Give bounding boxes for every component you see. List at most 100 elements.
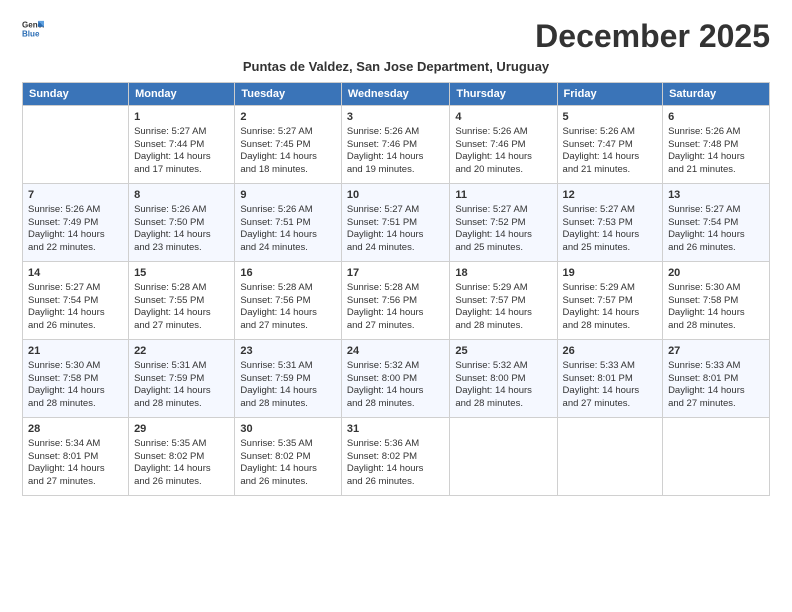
calendar-cell: 7Sunrise: 5:26 AMSunset: 7:49 PMDaylight…	[23, 184, 129, 262]
day-info: Sunset: 7:53 PM	[563, 217, 658, 230]
day-info: Sunrise: 5:33 AM	[668, 360, 764, 373]
day-info: and 27 minutes.	[240, 320, 336, 333]
day-info: Sunset: 7:57 PM	[455, 295, 551, 308]
day-info: Sunrise: 5:26 AM	[455, 126, 551, 139]
day-info: and 28 minutes.	[347, 398, 445, 411]
calendar-cell: 19Sunrise: 5:29 AMSunset: 7:57 PMDayligh…	[557, 262, 663, 340]
logo-icon: General Blue	[22, 18, 44, 40]
day-info: Sunset: 7:55 PM	[134, 295, 229, 308]
day-number: 17	[347, 266, 445, 281]
day-info: Daylight: 14 hours	[347, 151, 445, 164]
day-info: Daylight: 14 hours	[563, 229, 658, 242]
day-info: Sunrise: 5:27 AM	[455, 204, 551, 217]
day-info: Sunrise: 5:26 AM	[134, 204, 229, 217]
day-info: Sunrise: 5:27 AM	[668, 204, 764, 217]
day-number: 15	[134, 266, 229, 281]
day-info: Sunset: 7:51 PM	[240, 217, 336, 230]
day-number: 31	[347, 422, 445, 437]
day-info: Sunrise: 5:35 AM	[134, 438, 229, 451]
day-info: Sunrise: 5:32 AM	[455, 360, 551, 373]
day-info: Sunset: 8:01 PM	[28, 451, 123, 464]
day-info: Sunset: 8:00 PM	[347, 373, 445, 386]
day-info: and 19 minutes.	[347, 164, 445, 177]
calendar-cell	[663, 418, 770, 496]
day-info: Sunset: 7:48 PM	[668, 139, 764, 152]
day-info: Sunrise: 5:26 AM	[563, 126, 658, 139]
day-number: 14	[28, 266, 123, 281]
day-number: 9	[240, 188, 336, 203]
calendar-cell: 22Sunrise: 5:31 AMSunset: 7:59 PMDayligh…	[129, 340, 235, 418]
day-number: 7	[28, 188, 123, 203]
day-info: Sunrise: 5:28 AM	[347, 282, 445, 295]
day-info: and 24 minutes.	[347, 242, 445, 255]
calendar-cell	[23, 106, 129, 184]
day-number: 16	[240, 266, 336, 281]
subtitle: Puntas de Valdez, San Jose Department, U…	[22, 59, 770, 74]
calendar-cell: 23Sunrise: 5:31 AMSunset: 7:59 PMDayligh…	[235, 340, 342, 418]
day-number: 18	[455, 266, 551, 281]
day-info: Sunrise: 5:27 AM	[134, 126, 229, 139]
day-info: and 26 minutes.	[240, 476, 336, 489]
day-info: Sunset: 7:57 PM	[563, 295, 658, 308]
day-info: and 28 minutes.	[455, 320, 551, 333]
header-row: Sunday Monday Tuesday Wednesday Thursday…	[23, 83, 770, 106]
day-info: Sunset: 7:49 PM	[28, 217, 123, 230]
day-info: Daylight: 14 hours	[240, 229, 336, 242]
day-info: Daylight: 14 hours	[240, 463, 336, 476]
day-number: 11	[455, 188, 551, 203]
day-info: Sunset: 8:02 PM	[240, 451, 336, 464]
col-tuesday: Tuesday	[235, 83, 342, 106]
calendar-cell: 11Sunrise: 5:27 AMSunset: 7:52 PMDayligh…	[450, 184, 557, 262]
col-sunday: Sunday	[23, 83, 129, 106]
day-number: 13	[668, 188, 764, 203]
day-info: Daylight: 14 hours	[28, 229, 123, 242]
calendar-cell: 4Sunrise: 5:26 AMSunset: 7:46 PMDaylight…	[450, 106, 557, 184]
week-row-3: 14Sunrise: 5:27 AMSunset: 7:54 PMDayligh…	[23, 262, 770, 340]
day-info: Sunrise: 5:29 AM	[455, 282, 551, 295]
day-info: Sunset: 7:47 PM	[563, 139, 658, 152]
calendar-cell: 17Sunrise: 5:28 AMSunset: 7:56 PMDayligh…	[341, 262, 450, 340]
day-info: Sunrise: 5:27 AM	[347, 204, 445, 217]
day-info: and 28 minutes.	[28, 398, 123, 411]
day-info: and 23 minutes.	[134, 242, 229, 255]
calendar-cell: 16Sunrise: 5:28 AMSunset: 7:56 PMDayligh…	[235, 262, 342, 340]
day-info: Sunset: 7:52 PM	[455, 217, 551, 230]
calendar-cell	[450, 418, 557, 496]
day-number: 28	[28, 422, 123, 437]
day-info: Sunrise: 5:26 AM	[668, 126, 764, 139]
calendar-cell: 31Sunrise: 5:36 AMSunset: 8:02 PMDayligh…	[341, 418, 450, 496]
day-info: Sunrise: 5:26 AM	[347, 126, 445, 139]
day-info: Sunrise: 5:27 AM	[240, 126, 336, 139]
day-info: and 27 minutes.	[347, 320, 445, 333]
day-info: Sunset: 7:56 PM	[240, 295, 336, 308]
day-info: Daylight: 14 hours	[134, 307, 229, 320]
day-info: Sunrise: 5:28 AM	[134, 282, 229, 295]
day-info: Daylight: 14 hours	[455, 385, 551, 398]
day-info: Sunset: 7:59 PM	[134, 373, 229, 386]
day-info: Daylight: 14 hours	[668, 307, 764, 320]
day-info: Daylight: 14 hours	[563, 307, 658, 320]
calendar-cell: 18Sunrise: 5:29 AMSunset: 7:57 PMDayligh…	[450, 262, 557, 340]
day-info: and 28 minutes.	[563, 320, 658, 333]
day-info: Daylight: 14 hours	[240, 385, 336, 398]
day-info: and 17 minutes.	[134, 164, 229, 177]
calendar-cell: 27Sunrise: 5:33 AMSunset: 8:01 PMDayligh…	[663, 340, 770, 418]
day-info: and 26 minutes.	[668, 242, 764, 255]
day-info: Sunset: 7:58 PM	[668, 295, 764, 308]
day-info: Daylight: 14 hours	[28, 385, 123, 398]
day-info: and 26 minutes.	[28, 320, 123, 333]
day-number: 25	[455, 344, 551, 359]
calendar-cell: 12Sunrise: 5:27 AMSunset: 7:53 PMDayligh…	[557, 184, 663, 262]
day-info: Daylight: 14 hours	[28, 307, 123, 320]
calendar-cell: 21Sunrise: 5:30 AMSunset: 7:58 PMDayligh…	[23, 340, 129, 418]
day-info: Daylight: 14 hours	[455, 151, 551, 164]
day-info: Sunrise: 5:30 AM	[28, 360, 123, 373]
day-info: Sunset: 7:46 PM	[455, 139, 551, 152]
calendar-cell: 5Sunrise: 5:26 AMSunset: 7:47 PMDaylight…	[557, 106, 663, 184]
day-info: Sunset: 7:50 PM	[134, 217, 229, 230]
day-number: 8	[134, 188, 229, 203]
day-info: Sunrise: 5:29 AM	[563, 282, 658, 295]
day-number: 19	[563, 266, 658, 281]
day-info: Sunset: 8:01 PM	[563, 373, 658, 386]
svg-text:Blue: Blue	[22, 29, 40, 38]
